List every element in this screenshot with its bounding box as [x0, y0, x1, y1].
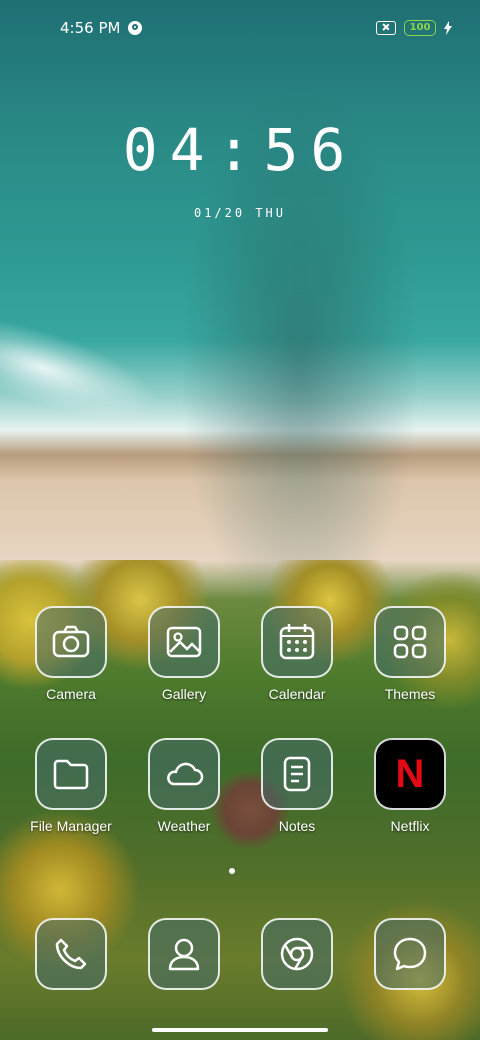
gallery-icon [166, 626, 202, 658]
dock-phone[interactable] [16, 918, 126, 990]
battery-level: 100 [409, 22, 431, 33]
themes-tile[interactable] [374, 606, 446, 678]
messages-tile[interactable] [374, 918, 446, 990]
app-label: Camera [46, 686, 96, 702]
charging-icon [444, 21, 452, 35]
notes-icon [283, 756, 311, 792]
notes-tile[interactable] [261, 738, 333, 810]
app-file-manager[interactable]: File Manager [16, 738, 126, 834]
cloud-icon [167, 762, 204, 786]
app-label: Gallery [161, 686, 207, 702]
battery-icon: 100 [404, 20, 436, 36]
notification-icon [128, 21, 143, 35]
dock-contacts[interactable] [129, 918, 239, 990]
camera-tile[interactable] [35, 606, 107, 678]
phone-icon [55, 938, 87, 970]
clock-widget[interactable]: 04:56 [0, 120, 480, 180]
date-widget[interactable]: 01/20 THU [0, 206, 480, 220]
home-indicator[interactable] [152, 1028, 328, 1032]
app-netflix[interactable]: N Netflix [355, 738, 465, 834]
messages-icon [393, 937, 427, 971]
camera-icon [52, 625, 90, 658]
app-themes[interactable]: Themes [355, 606, 465, 702]
dock-chrome[interactable] [242, 918, 352, 990]
status-right: 100 [376, 20, 452, 36]
weather-tile[interactable] [148, 738, 220, 810]
page-indicator[interactable] [229, 868, 235, 874]
app-label: Calendar [268, 686, 326, 702]
app-weather[interactable]: Weather [129, 738, 239, 834]
calendar-tile[interactable] [261, 606, 333, 678]
status-bar: 4:56 PM 100 [0, 0, 480, 56]
app-label: Weather [157, 818, 211, 834]
status-left: 4:56 PM [60, 19, 143, 37]
themes-icon [393, 625, 427, 659]
no-sim-icon [376, 21, 396, 35]
netflix-tile[interactable]: N [374, 738, 446, 810]
calendar-icon [279, 624, 315, 660]
app-label: File Manager [30, 818, 112, 834]
app-camera[interactable]: Camera [16, 606, 126, 702]
contacts-tile[interactable] [148, 918, 220, 990]
app-label: Notes [278, 818, 316, 834]
folder-icon [53, 759, 89, 790]
chrome-tile[interactable] [261, 918, 333, 990]
dock-messages[interactable] [355, 918, 465, 990]
netflix-logo: N [395, 751, 425, 796]
gallery-tile[interactable] [148, 606, 220, 678]
status-time: 4:56 PM [60, 19, 121, 37]
app-gallery[interactable]: Gallery [129, 606, 239, 702]
app-label: Netflix [390, 818, 430, 834]
contacts-icon [168, 938, 200, 971]
file-manager-tile[interactable] [35, 738, 107, 810]
app-calendar[interactable]: Calendar [242, 606, 352, 702]
app-label: Themes [384, 686, 436, 702]
chrome-icon [280, 937, 314, 971]
app-notes[interactable]: Notes [242, 738, 352, 834]
phone-tile[interactable] [35, 918, 107, 990]
